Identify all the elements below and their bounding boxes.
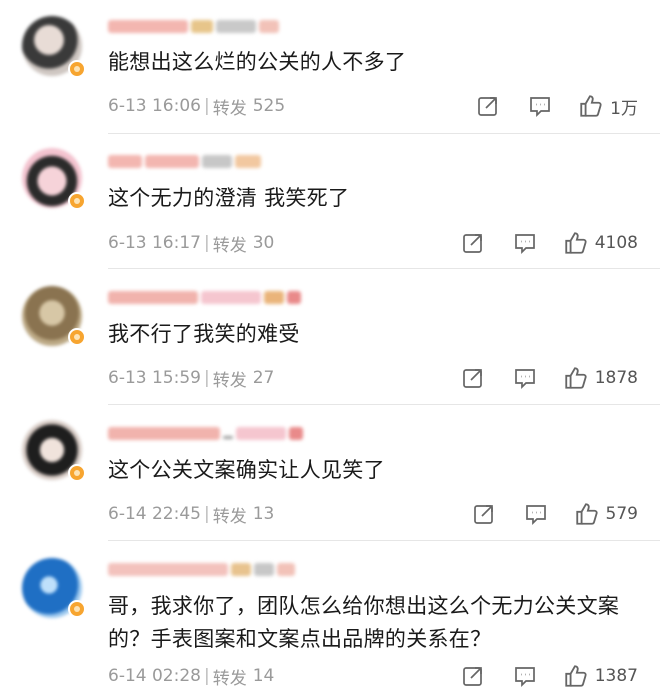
repost-label: 转发 [212,98,247,119]
share-icon [473,505,493,524]
comment-item: 我不行了我笑的难受 6-13 15:59 | 转发 27 1878 [0,270,660,406]
nickname-blurred[interactable] [108,288,301,306]
like-count: 4108 [594,233,638,253]
nickname-blurred[interactable] [108,560,295,578]
share-icon [462,369,482,388]
repost-label: 转发 [212,235,247,256]
comment-button[interactable] [513,231,537,255]
share-button[interactable] [476,94,500,118]
repost-count: 14 [252,666,275,686]
comment-text: 能想出这么烂的公关的人不多了 [108,50,407,74]
comment-actions: 1387 [461,662,638,690]
comment-button[interactable] [524,502,548,526]
like-count: 1万 [610,98,638,119]
comment-button[interactable] [528,94,552,118]
like-count: 579 [605,504,638,524]
share-button[interactable] [472,502,496,526]
comment-text: 这个公关文案确实让人见笑了 [108,458,385,482]
comment-text: 我不行了我笑的难受 [108,322,300,346]
vip-badge-icon [68,328,86,346]
vip-badge-icon [68,192,86,210]
comment-text: 这个无力的澄清 我笑死了 [108,186,350,210]
like-icon [565,665,587,687]
like-button[interactable]: 4108 [563,230,638,256]
like-button[interactable]: 1878 [563,365,638,391]
divider [108,540,660,541]
comment-actions: 579 [472,500,638,528]
comment-actions: 4108 [461,229,638,257]
comment-meta: 6-13 15:59 | 转发 27 [108,366,275,391]
comment-button[interactable] [513,366,537,390]
like-count: 1878 [594,368,638,388]
comment-actions: 1万 [476,92,638,120]
comment-date: 6-14 02:28 [108,666,201,686]
divider [108,404,660,405]
share-icon [462,667,482,686]
comment-icon [514,234,535,255]
repost-count: 27 [252,368,275,388]
like-button[interactable]: 1387 [563,663,638,689]
comment-text: 哥，我求你了，团队怎么给你想出这么个无力公关文案的？手表图案和文案点出品牌的关系… [108,594,620,651]
nickname-blurred[interactable] [108,424,303,442]
like-icon [575,503,598,525]
comment-date: 6-14 22:45 [108,504,201,524]
comment-item: 这个无力的澄清 我笑死了 6-13 16:17 | 转发 30 4108 [0,134,660,270]
like-button[interactable]: 1万 [578,93,638,119]
like-icon [580,95,602,117]
comment-meta: 6-13 16:06 | 转发 525 [108,94,286,119]
comment-item: 这个公关文案确实让人见笑了 6-14 22:45 | 转发 13 579 [0,406,660,542]
comment-date: 6-13 16:17 [108,233,201,253]
repost-label: 转发 [212,668,247,689]
repost-label: 转发 [212,370,247,391]
vip-badge-icon [68,600,86,618]
share-icon [478,97,498,116]
repost-count: 525 [252,96,286,116]
comment-meta: 6-14 02:28 | 转发 14 [108,664,275,689]
comment-icon [514,667,535,688]
comment-item: 哥，我求你了，团队怎么给你想出这么个无力公关文案的？手表图案和文案点出品牌的关系… [0,542,660,695]
nickname-blurred[interactable] [108,152,261,170]
vip-badge-icon [68,60,86,78]
repost-count: 30 [252,233,275,253]
comment-button[interactable] [513,664,537,688]
like-count: 1387 [594,666,638,686]
comment-item: 能想出这么烂的公关的人不多了 6-13 16:06 | 转发 525 1万 [0,0,660,140]
comment-meta: 6-14 22:45 | 转发 13 [108,502,275,527]
nickname-blurred[interactable] [108,17,279,35]
vip-badge-icon [68,464,86,482]
share-button[interactable] [461,231,485,255]
divider [108,268,660,269]
comment-meta: 6-13 16:17 | 转发 30 [108,231,275,256]
like-button[interactable]: 579 [574,501,638,527]
share-button[interactable] [461,366,485,390]
comment-icon [530,97,551,118]
comment-date: 6-13 15:59 [108,368,201,388]
like-icon [565,367,587,389]
comment-icon [514,369,535,390]
comment-icon [525,505,546,526]
comment-date: 6-13 16:06 [108,96,201,116]
repost-count: 13 [252,504,275,524]
like-icon [565,232,587,254]
comment-actions: 1878 [461,364,638,392]
share-icon [462,234,482,253]
repost-label: 转发 [212,506,247,527]
share-button[interactable] [461,664,485,688]
